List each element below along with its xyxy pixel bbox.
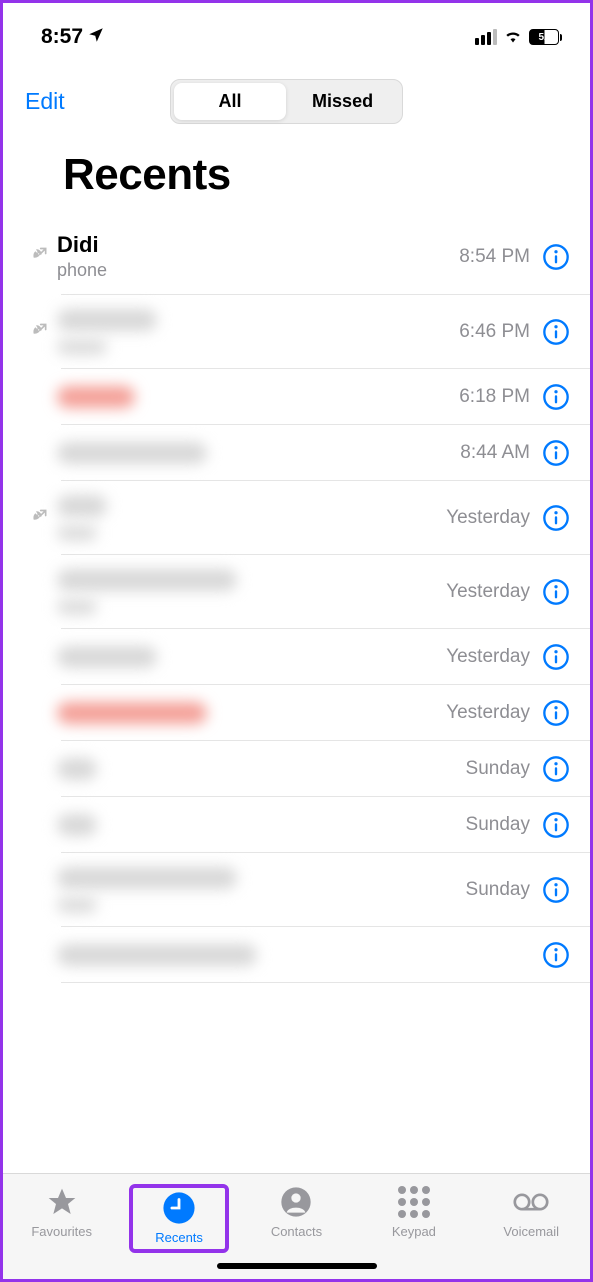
outgoing-call-icon — [21, 504, 57, 533]
outgoing-call-icon — [21, 242, 57, 271]
call-name-col — [57, 758, 466, 780]
signal-icon — [475, 29, 497, 45]
filter-segment: All Missed — [170, 79, 403, 124]
call-name-col — [57, 495, 446, 541]
info-icon[interactable] — [542, 578, 570, 606]
outgoing-call-icon — [21, 823, 57, 827]
tab-label: Keypad — [392, 1224, 436, 1239]
call-time: Yesterday — [446, 702, 530, 724]
outgoing-call-icon — [21, 395, 57, 399]
call-name-col — [57, 442, 460, 464]
outgoing-call-icon — [21, 767, 57, 771]
call-name-col — [57, 814, 466, 836]
outgoing-call-icon — [21, 953, 57, 957]
call-name-col — [57, 867, 466, 913]
call-name-col — [57, 569, 446, 615]
location-icon — [87, 26, 105, 49]
outgoing-call-icon — [21, 318, 57, 347]
segment-all[interactable]: All — [174, 83, 287, 120]
call-row[interactable]: Didiphone8:54 PM — [3, 218, 590, 295]
status-bar: 8:57 52 — [3, 3, 590, 57]
call-name-col — [57, 702, 446, 724]
star-icon — [44, 1184, 80, 1220]
call-row[interactable]: Yesterday — [3, 555, 590, 629]
person-icon — [278, 1184, 314, 1220]
call-time: 6:46 PM — [459, 321, 530, 343]
edit-button[interactable]: Edit — [25, 88, 65, 115]
call-time: Yesterday — [446, 507, 530, 529]
info-icon[interactable] — [542, 876, 570, 904]
info-icon[interactable] — [542, 318, 570, 346]
call-name-col — [57, 646, 446, 668]
call-time: Yesterday — [446, 646, 530, 668]
status-right: 52 — [475, 27, 562, 48]
voicemail-icon — [513, 1184, 549, 1220]
call-time: 6:18 PM — [459, 386, 530, 408]
header: Edit All Missed — [3, 57, 590, 124]
call-time: Sunday — [466, 879, 530, 901]
outgoing-call-icon — [21, 888, 57, 892]
call-row[interactable]: Sunday — [3, 853, 590, 927]
page-title: Recents — [3, 124, 590, 218]
call-time: 8:44 AM — [460, 442, 530, 464]
outgoing-call-icon — [21, 655, 57, 659]
call-row[interactable]: 6:46 PM — [3, 295, 590, 369]
tab-label: Favourites — [31, 1224, 92, 1239]
call-row[interactable]: Yesterday — [3, 685, 590, 741]
call-row[interactable]: Sunday — [3, 797, 590, 853]
call-row[interactable]: 8:44 AM — [3, 425, 590, 481]
tab-contacts[interactable]: Contacts — [246, 1184, 346, 1239]
call-row[interactable]: Yesterday — [3, 629, 590, 685]
info-icon[interactable] — [542, 941, 570, 969]
outgoing-call-icon — [21, 711, 57, 715]
call-name-col: Didiphone — [57, 232, 459, 281]
call-name: Didi — [57, 232, 459, 258]
keypad-icon — [396, 1184, 432, 1220]
call-row[interactable]: Yesterday — [3, 481, 590, 555]
status-left: 8:57 — [41, 25, 105, 49]
clock-icon — [161, 1190, 197, 1226]
wifi-icon — [503, 27, 523, 48]
battery-icon: 52 — [529, 29, 562, 45]
tab-label: Recents — [155, 1230, 203, 1245]
call-row[interactable] — [3, 927, 590, 983]
info-icon[interactable] — [542, 504, 570, 532]
home-indicator[interactable] — [217, 1263, 377, 1269]
info-icon[interactable] — [542, 439, 570, 467]
call-name-col — [57, 309, 459, 355]
info-icon[interactable] — [542, 383, 570, 411]
tab-voicemail[interactable]: Voicemail — [481, 1184, 581, 1239]
call-time: Yesterday — [446, 581, 530, 603]
call-time: 8:54 PM — [459, 246, 530, 268]
status-time: 8:57 — [41, 25, 83, 49]
info-icon[interactable] — [542, 243, 570, 271]
info-icon[interactable] — [542, 755, 570, 783]
tab-favourites[interactable]: Favourites — [12, 1184, 112, 1239]
call-row[interactable]: Sunday — [3, 741, 590, 797]
call-time: Sunday — [466, 758, 530, 780]
info-icon[interactable] — [542, 811, 570, 839]
call-list[interactable]: Didiphone8:54 PM 6:46 PM 6:18 PM 8:44 AM Yes… — [3, 218, 590, 983]
call-time: Sunday — [466, 814, 530, 836]
call-name-col — [57, 944, 530, 966]
call-row[interactable]: 6:18 PM — [3, 369, 590, 425]
outgoing-call-icon — [21, 590, 57, 594]
info-icon[interactable] — [542, 699, 570, 727]
segment-missed[interactable]: Missed — [286, 83, 399, 120]
tab-label: Voicemail — [503, 1224, 559, 1239]
call-name-col — [57, 386, 459, 408]
tab-label: Contacts — [271, 1224, 322, 1239]
tab-keypad[interactable]: Keypad — [364, 1184, 464, 1239]
outgoing-call-icon — [21, 451, 57, 455]
info-icon[interactable] — [542, 643, 570, 671]
call-sub: phone — [57, 260, 459, 281]
tab-recents[interactable]: Recents — [129, 1184, 229, 1253]
